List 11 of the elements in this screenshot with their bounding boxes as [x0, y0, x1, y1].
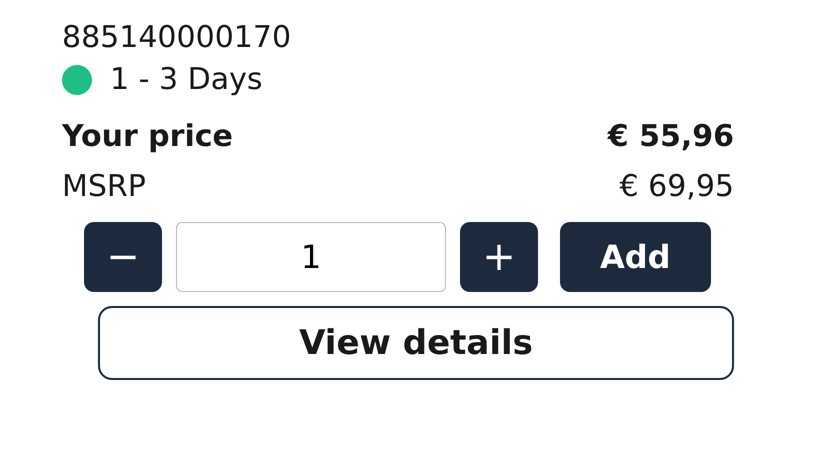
- add-button[interactable]: Add: [560, 222, 711, 292]
- price-label: Your price: [62, 118, 234, 156]
- price-amount: € 69,95: [618, 168, 734, 206]
- quantity-field[interactable]: 1: [176, 222, 446, 292]
- price-amount: € 55,96: [608, 118, 734, 156]
- price-label: MSRP: [62, 168, 147, 206]
- increase-button[interactable]: +: [460, 222, 538, 292]
- sku-number: 885140000170: [62, 19, 292, 57]
- view-details-button[interactable]: View details: [98, 306, 734, 380]
- availability-text: 1 - 3 Days: [110, 61, 262, 99]
- decrease-button[interactable]: −: [84, 222, 162, 292]
